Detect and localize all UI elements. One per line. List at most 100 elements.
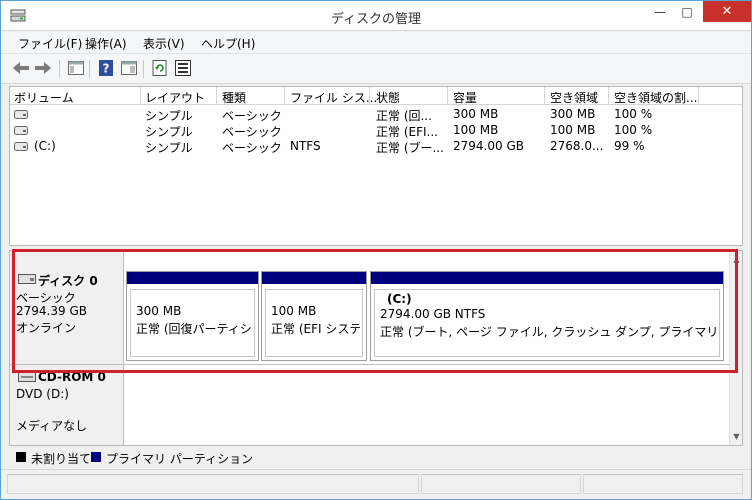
chevron-up-icon: ▲	[733, 255, 740, 264]
partition-c-drive[interactable]: (C:) 2794.00 GB NTFS 正常 (ブート, ページ ファイル, …	[370, 271, 724, 361]
column-free-percent[interactable]: 空き領域の割...	[614, 89, 697, 106]
column-divider[interactable]	[140, 87, 141, 104]
partition-status: 正常 (回復パーティション	[136, 322, 252, 336]
menu-view[interactable]: 表示(V)	[143, 35, 185, 52]
cell-free-space: 100 MB	[550, 123, 596, 137]
column-capacity[interactable]: 容量	[453, 89, 477, 106]
column-divider[interactable]	[284, 87, 285, 104]
maximize-icon: □	[681, 4, 693, 19]
column-layout[interactable]: レイアウト	[145, 89, 205, 106]
properties-icon	[121, 61, 137, 75]
cell-capacity: 2794.00 GB	[453, 139, 524, 153]
column-free-space[interactable]: 空き領域	[550, 89, 598, 106]
menu-action[interactable]: 操作(A)	[85, 35, 127, 52]
minimize-button[interactable]: —	[646, 1, 674, 22]
properties-button[interactable]	[120, 59, 138, 77]
back-button[interactable]	[12, 59, 30, 77]
partition-status: 正常 (EFI システム	[271, 322, 360, 336]
cell-status: 正常 (ブー...	[376, 141, 444, 155]
title-bar[interactable]: ディスクの管理 — □ ✕	[1, 1, 751, 31]
partition-title: (C:)	[387, 292, 412, 306]
partition-body: 100 MB 正常 (EFI システム	[265, 289, 363, 357]
forward-button[interactable]	[34, 59, 52, 77]
partition-bar	[262, 272, 366, 284]
status-segment	[421, 474, 581, 494]
disk-map-pane[interactable]: ディスク 0 ベーシック 2794.39 GB オンライン 300 MB 正常 …	[9, 250, 743, 446]
menu-bar: ファイル(F) 操作(A) 表示(V) ヘルプ(H)	[1, 32, 751, 54]
primary-partition-swatch	[91, 452, 101, 462]
help-button[interactable]: ?	[97, 59, 115, 77]
forward-arrow-icon	[35, 62, 51, 74]
partition-recovery[interactable]: 300 MB 正常 (回復パーティション	[126, 271, 259, 361]
column-volume[interactable]: ボリューム	[14, 89, 74, 106]
refresh-button[interactable]	[151, 59, 169, 77]
cell-status: 正常 (回...	[376, 109, 432, 123]
partition-bar	[371, 272, 723, 284]
partition-bar	[127, 272, 258, 284]
export-list-button[interactable]	[174, 59, 192, 77]
column-divider[interactable]	[369, 87, 370, 104]
cell-filesystem: NTFS	[290, 139, 321, 153]
scroll-down-button[interactable]: ▼	[730, 430, 743, 443]
cell-free-percent: 100 %	[614, 123, 653, 137]
cell-type: ベーシック	[222, 109, 282, 123]
cell-capacity: 100 MB	[453, 123, 499, 137]
volume-list-header: ボリューム レイアウト 種類 ファイル シス... 状態 容量 空き領域 空き領…	[10, 87, 742, 105]
cell-free-space: 2768.0...	[550, 139, 604, 153]
column-type[interactable]: 種類	[222, 89, 246, 106]
cdrom-0-state: メディアなし	[16, 419, 88, 433]
volume-row[interactable]: シンプル ベーシック 正常 (回... 300 MB 300 MB 100 %	[10, 107, 742, 123]
back-arrow-icon	[13, 62, 29, 74]
cdrom-0-name: CD-ROM 0	[38, 370, 106, 384]
partition-body: 300 MB 正常 (回復パーティション	[130, 289, 255, 357]
volume-list[interactable]: ボリューム レイアウト 種類 ファイル シス... 状態 容量 空き領域 空き領…	[9, 86, 743, 246]
toolbar-separator	[143, 60, 144, 78]
console-tree-button[interactable]	[67, 59, 85, 77]
status-bar	[1, 469, 751, 499]
column-filesystem[interactable]: ファイル シス...	[290, 89, 377, 106]
cell-volume: (C:)	[34, 139, 56, 153]
refresh-icon	[152, 60, 167, 76]
export-list-icon	[175, 60, 191, 76]
column-divider[interactable]	[608, 87, 609, 104]
cell-layout: シンプル	[145, 141, 193, 155]
cell-layout: シンプル	[145, 109, 193, 123]
cell-capacity: 300 MB	[453, 107, 499, 121]
close-button[interactable]: ✕	[703, 1, 751, 22]
column-status[interactable]: 状態	[376, 89, 400, 106]
column-divider[interactable]	[698, 87, 699, 104]
disk-0-size: 2794.39 GB	[16, 304, 87, 318]
scroll-up-button[interactable]: ▲	[730, 253, 743, 266]
column-divider[interactable]	[544, 87, 545, 104]
maximize-button[interactable]: □	[673, 1, 701, 22]
menu-help[interactable]: ヘルプ(H)	[201, 35, 255, 52]
chevron-down-icon: ▼	[733, 432, 740, 441]
column-divider[interactable]	[216, 87, 217, 104]
disk-management-window: ディスクの管理 — □ ✕ ファイル(F) 操作(A) 表示(V) ヘルプ(H)…	[0, 0, 752, 500]
cell-free-percent: 100 %	[614, 107, 653, 121]
drive-icon	[14, 142, 28, 151]
volume-row[interactable]: (C:) シンプル ベーシック NTFS 正常 (ブー... 2794.00 G…	[10, 139, 742, 155]
volume-row[interactable]: シンプル ベーシック 正常 (EFI... 100 MB 100 MB 100 …	[10, 123, 742, 139]
hard-disk-icon	[18, 274, 36, 284]
close-icon: ✕	[721, 4, 733, 19]
cdrom-0-kind: DVD (D:)	[16, 387, 69, 401]
legend-primary: プライマリ パーティション	[106, 452, 254, 466]
column-divider[interactable]	[447, 87, 448, 104]
menu-file[interactable]: ファイル(F)	[18, 35, 82, 52]
status-segment	[7, 474, 419, 494]
drive-icon	[14, 110, 28, 119]
cell-type: ベーシック	[222, 141, 282, 155]
optical-drive-icon	[18, 372, 36, 382]
partition-body: (C:) 2794.00 GB NTFS 正常 (ブート, ページ ファイル, …	[374, 289, 720, 357]
cell-type: ベーシック	[222, 125, 282, 139]
toolbar: ?	[1, 54, 751, 84]
partition-size: 2794.00 GB NTFS	[380, 307, 486, 321]
disk-separator	[10, 364, 742, 365]
disk-0-state: オンライン	[16, 321, 77, 335]
vertical-scrollbar[interactable]: ▲ ▼	[729, 251, 742, 445]
drive-icon	[14, 126, 28, 135]
window-title: ディスクの管理	[330, 12, 422, 27]
toolbar-separator	[89, 60, 90, 78]
partition-efi[interactable]: 100 MB 正常 (EFI システム	[261, 271, 367, 361]
